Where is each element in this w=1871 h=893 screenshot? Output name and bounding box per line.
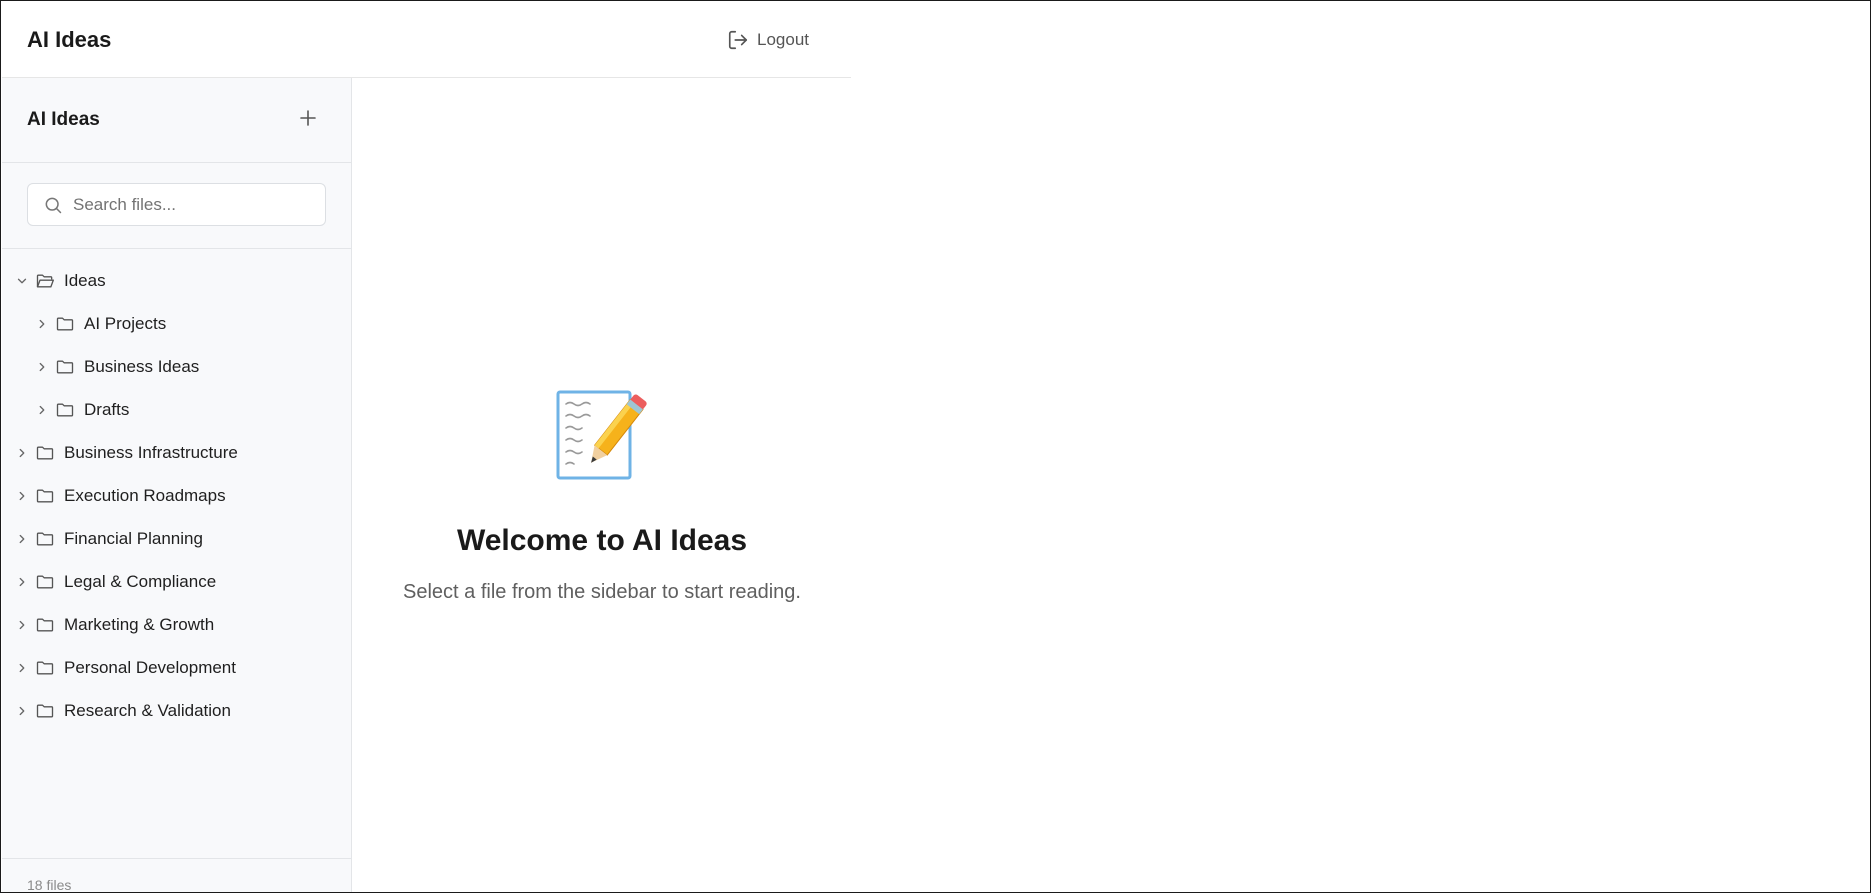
sidebar-footer: 18 files: [2, 858, 351, 893]
logout-label: Logout: [757, 30, 809, 49]
sidebar-title: AI Ideas: [27, 109, 100, 130]
sidebar: AI Ideas Search files... Ideas AI Projec…: [2, 78, 352, 893]
memo-pencil-icon: [556, 390, 647, 480]
folder-icon: [36, 489, 54, 502]
chevron-right-icon: [19, 620, 25, 629]
folder-icon: [36, 575, 54, 588]
tree-item-label: Drafts: [84, 399, 130, 419]
tree-folder-personal-development[interactable]: Personal Development: [2, 646, 351, 689]
logout-button[interactable]: Logout: [727, 29, 809, 51]
tree-item-label: Ideas: [64, 270, 106, 290]
tree-item-label: Marketing & Growth: [64, 614, 215, 634]
search-input[interactable]: [73, 194, 313, 215]
sidebar-header: AI Ideas: [2, 78, 351, 163]
chevron-right-icon: [39, 362, 45, 371]
chevron-right-icon: [19, 706, 25, 715]
tree-folder-research-validation[interactable]: Research & Validation: [2, 689, 351, 732]
folder-icon: [36, 618, 54, 631]
file-count: 18 files: [27, 877, 72, 893]
chevron-right-icon: [19, 663, 25, 672]
app-title: AI Ideas: [27, 27, 112, 52]
tree-item-label: Business Infrastructure: [64, 442, 238, 462]
chevron-right-icon: [19, 448, 25, 457]
search-section: [2, 163, 351, 249]
folder-icon: [36, 661, 54, 674]
folder-icon: [36, 446, 54, 459]
tree-folder-execution-roadmaps[interactable]: Execution Roadmaps: [2, 474, 351, 517]
tree-folder-ai-projects[interactable]: AI Projects: [2, 302, 351, 345]
chevron-right-icon: [19, 491, 25, 500]
add-file-button[interactable]: [296, 106, 320, 130]
top-bar: AI Ideas Logout: [2, 2, 851, 78]
tree-item-label: Legal & Compliance: [64, 571, 217, 591]
app-window: AI Ideas Logout AI Ideas Search files...…: [0, 0, 1871, 893]
chevron-right-icon: [19, 577, 25, 586]
tree-item-label: Personal Development: [64, 657, 236, 677]
tree-item-label: AI Projects: [84, 313, 167, 333]
logout-icon: [728, 30, 748, 50]
tree-item-label: Research & Validation: [64, 700, 231, 720]
main-content: Welcome to AI Ideas Select a file from t…: [353, 78, 851, 892]
folder-icon: [36, 704, 54, 717]
file-tree: Ideas AI Projects Business Ideas Drafts: [2, 259, 351, 732]
app-container: AI Ideas Logout AI Ideas Search files...…: [2, 2, 851, 893]
welcome-subtitle: Select a file from the sidebar to start …: [403, 581, 801, 603]
chevron-right-icon: [39, 405, 45, 414]
tree-item-label: Financial Planning: [64, 528, 203, 548]
tree-folder-financial-planning[interactable]: Financial Planning: [2, 517, 351, 560]
tree-item-label: Business Ideas: [84, 356, 200, 376]
search-box[interactable]: [27, 183, 326, 226]
welcome-title: Welcome to AI Ideas: [456, 524, 748, 557]
chevron-right-icon: [19, 534, 25, 543]
folder-open-icon: [36, 274, 54, 287]
chevron-down-icon: [17, 278, 27, 283]
tree-folder-business-ideas[interactable]: Business Ideas: [2, 345, 351, 388]
welcome-panel: Welcome to AI Ideas Select a file from t…: [353, 388, 851, 604]
tree-item-label: Execution Roadmaps: [64, 485, 226, 505]
tree-folder-ideas[interactable]: Ideas: [2, 259, 351, 302]
folder-icon: [56, 317, 74, 330]
tree-folder-legal-compliance[interactable]: Legal & Compliance: [2, 560, 351, 603]
tree-folder-marketing-growth[interactable]: Marketing & Growth: [2, 603, 351, 646]
search-icon: [45, 197, 62, 213]
folder-icon: [36, 532, 54, 545]
tree-folder-business-infrastructure[interactable]: Business Infrastructure: [2, 431, 351, 474]
tree-folder-drafts[interactable]: Drafts: [2, 388, 351, 431]
plus-icon: [300, 110, 316, 126]
folder-icon: [56, 360, 74, 373]
chevron-right-icon: [39, 319, 45, 328]
folder-icon: [56, 403, 74, 416]
